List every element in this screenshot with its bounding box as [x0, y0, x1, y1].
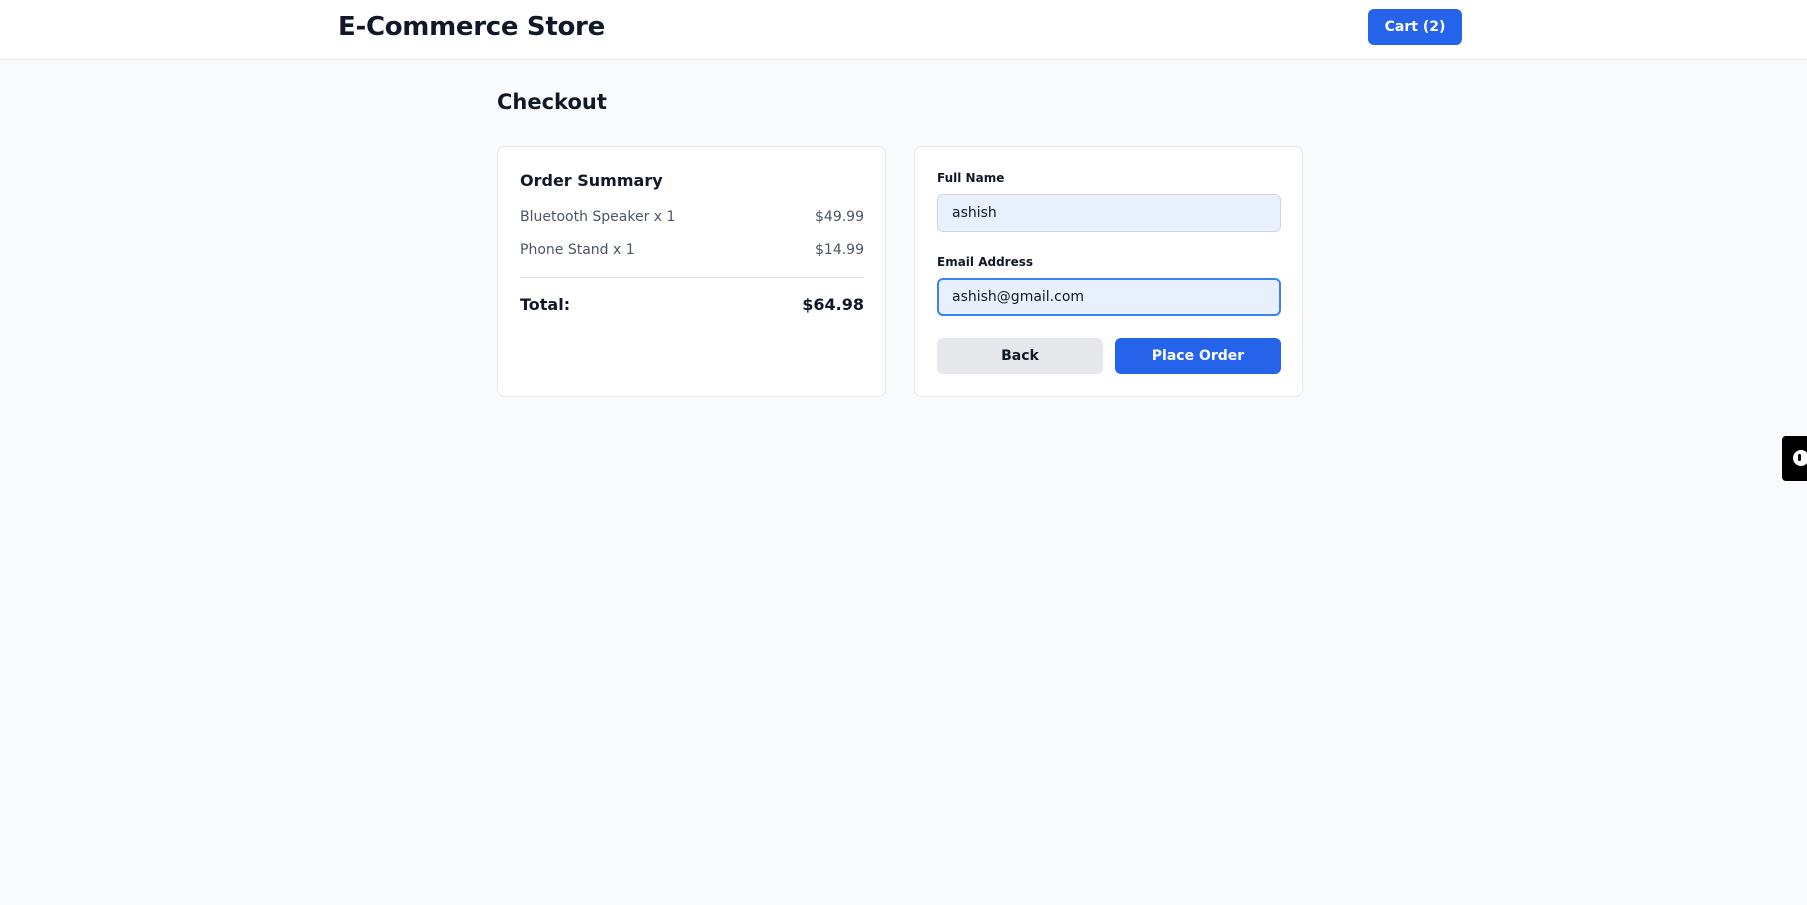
total-label: Total:: [520, 295, 571, 314]
email-label: Email Address: [937, 255, 1034, 269]
item-price: $49.99: [815, 209, 864, 225]
back-button[interactable]: Back: [937, 338, 1103, 374]
total-value: $64.98: [802, 295, 864, 314]
store-brand[interactable]: E-Commerce Store: [338, 12, 605, 42]
place-order-button[interactable]: Place Order: [1115, 338, 1281, 374]
summary-divider: [520, 277, 864, 278]
full-name-label: Full Name: [937, 171, 1005, 185]
page-title: Checkout: [497, 90, 607, 114]
item-price: $14.99: [815, 242, 864, 258]
email-input[interactable]: [937, 278, 1281, 316]
checkout-form-card: Full Name Email Address Back Place Order: [914, 146, 1303, 397]
list-item: Bluetooth Speaker x 1 $49.99: [520, 209, 864, 225]
order-summary-title: Order Summary: [520, 171, 663, 190]
item-name: Bluetooth Speaker x 1: [520, 209, 676, 225]
total-row: Total: $64.98: [520, 295, 864, 314]
full-name-input[interactable]: [937, 194, 1281, 232]
top-navbar: E-Commerce Store Cart (2): [0, 0, 1807, 60]
cart-button[interactable]: Cart (2): [1368, 9, 1462, 45]
feedback-widget-tab[interactable]: [1782, 436, 1807, 481]
list-item: Phone Stand x 1 $14.99: [520, 242, 864, 258]
order-summary-card: Order Summary Bluetooth Speaker x 1 $49.…: [497, 146, 886, 397]
feedback-widget-icon: [1793, 450, 1807, 466]
item-name: Phone Stand x 1: [520, 242, 635, 258]
